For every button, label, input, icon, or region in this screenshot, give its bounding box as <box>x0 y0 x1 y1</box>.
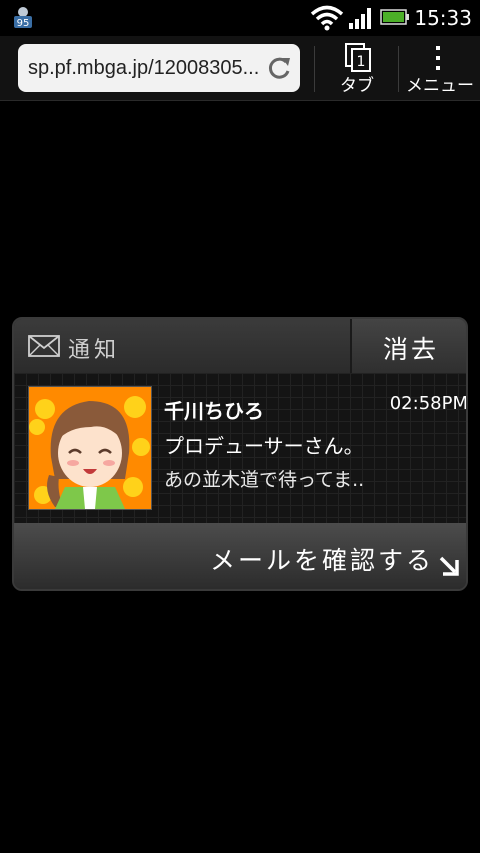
menu-button[interactable]: メニュー <box>400 40 480 98</box>
sender-name: 千川ちひろ <box>164 399 264 423</box>
tab-count: 1 <box>357 54 366 70</box>
check-mail-label: メールを確認する <box>209 546 434 575</box>
badge-number: 95 <box>17 18 30 29</box>
mail-icon <box>28 335 60 357</box>
character-portrait-icon <box>29 387 151 509</box>
url-bar[interactable]: sp.pf.mbga.jp/12008305... <box>18 44 300 92</box>
clear-button-label: 消去 <box>382 335 439 364</box>
menu-label: メニュー <box>406 76 474 96</box>
toolbar-divider <box>314 46 315 92</box>
browser-toolbar: sp.pf.mbga.jp/12008305... 1 タブ メニュー <box>0 36 480 101</box>
avatar <box>28 386 152 510</box>
tabs-button[interactable]: 1 タブ <box>322 40 392 98</box>
battery-icon <box>380 9 409 25</box>
arrow-down-right-icon <box>439 556 459 576</box>
wifi-icon <box>310 5 344 31</box>
notification-title: 通知 <box>68 338 121 363</box>
notification-card: 通知 消去 千川ちひろ 02:58PM プロデューサーさん。 あの並木道で待って… <box>12 317 468 591</box>
message-line-2: あの並木道で待ってま.. <box>164 469 365 491</box>
notification-title-area: 通知 <box>14 319 350 373</box>
status-time: 15:33 <box>414 6 472 30</box>
toolbar-divider <box>398 46 399 92</box>
signal-icon <box>349 8 371 29</box>
tabs-icon: 1 <box>345 43 371 72</box>
notification-header: 通知 消去 <box>14 319 466 373</box>
notification-time: 02:58PM <box>389 393 468 414</box>
notification-body[interactable]: 千川ちひろ 02:58PM プロデューサーさん。 あの並木道で待ってま.. <box>14 373 468 523</box>
message-line-1: プロデューサーさん。 <box>164 434 364 458</box>
check-mail-button[interactable]: メールを確認する <box>14 523 466 589</box>
reload-icon[interactable] <box>266 54 292 82</box>
status-bar: 95 15:33 <box>0 0 480 36</box>
clear-button[interactable]: 消去 <box>350 319 466 373</box>
app-badge-icon: 95 <box>10 6 36 30</box>
url-text: sp.pf.mbga.jp/12008305... <box>28 57 260 79</box>
more-vert-icon <box>436 46 440 70</box>
tabs-label: タブ <box>340 76 374 96</box>
